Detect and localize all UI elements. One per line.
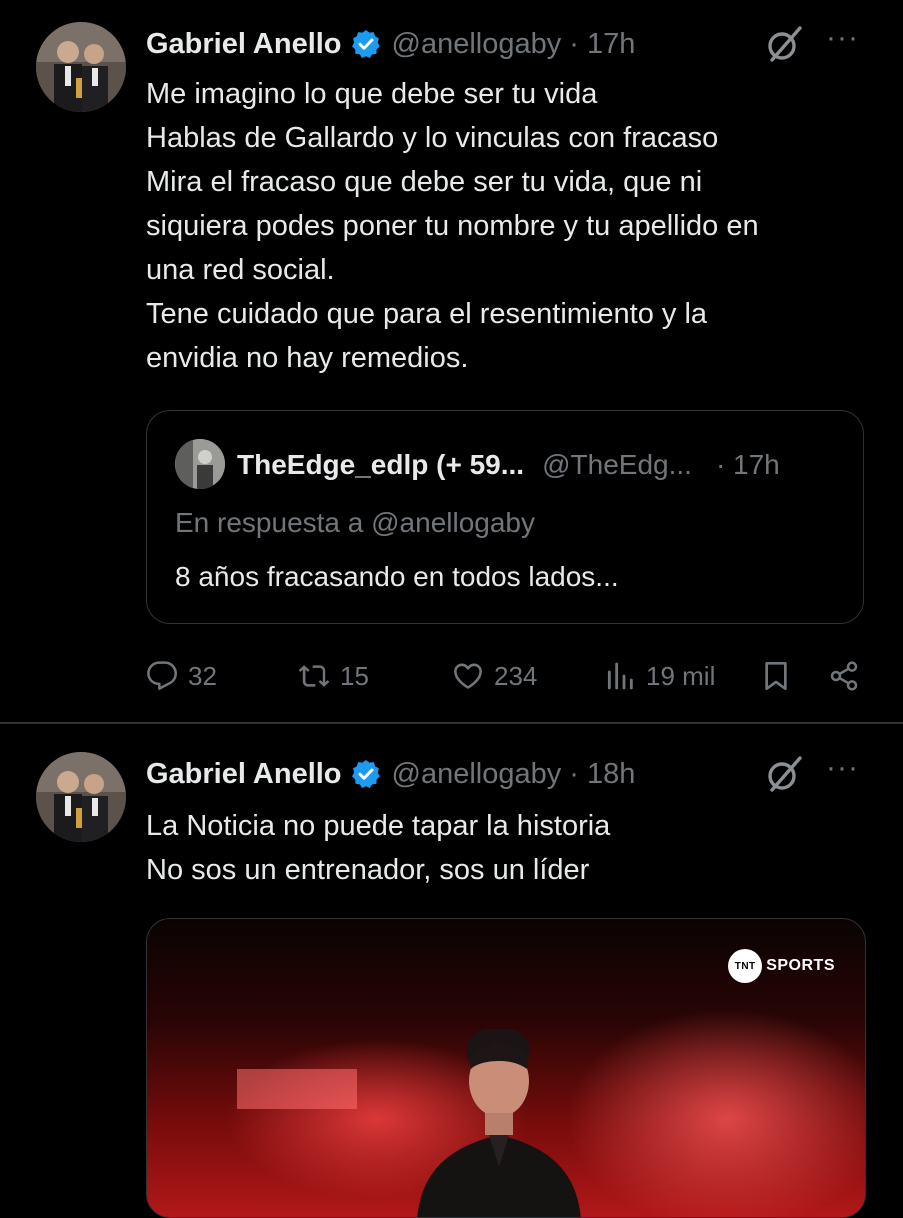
tweet-text: La Noticia no puede tapar la historia No… <box>146 804 886 892</box>
media-light-panel <box>237 1069 357 1109</box>
quoted-text: 8 años fracasando en todos lados... <box>175 561 619 592</box>
tweet-line: Hablas de Gallardo y lo vinculas con fra… <box>146 122 719 154</box>
tweet-2[interactable]: Gabriel Anello @anellogaby · 18h ··· La … <box>0 724 903 1218</box>
separator-dot: · <box>569 757 579 790</box>
reply-count: 32 <box>188 660 217 691</box>
reply-icon <box>147 661 178 690</box>
grok-icon[interactable] <box>764 24 804 64</box>
views-button[interactable]: 19 mil <box>604 654 715 698</box>
verified-badge-icon <box>351 760 380 788</box>
quoted-header: TheEdge_edlp (+ 59... @TheEdg... · 17h <box>237 443 780 487</box>
separator-dot: · <box>569 27 579 60</box>
quoted-author-name[interactable]: TheEdge_edlp (+ 59... <box>237 449 524 481</box>
tweet-1[interactable]: Gabriel Anello @anellogaby · 17h ··· Me … <box>0 0 903 722</box>
tweet-line: Tene cuidado que para el resentimiento y… <box>146 298 708 330</box>
retweet-icon <box>298 665 330 687</box>
tweet-text: Me imagino lo que debe ser tu vida Habla… <box>146 72 886 380</box>
more-icon[interactable]: ··· <box>826 753 862 794</box>
tnt-logo-mark: TNT <box>728 949 763 983</box>
like-button[interactable]: 234 <box>452 654 537 698</box>
tweet-time[interactable]: 18h <box>587 758 635 791</box>
quoted-author-handle[interactable]: @TheEdg... <box>542 449 692 481</box>
more-icon[interactable]: ··· <box>826 23 862 64</box>
tweet-line: Mira el fracaso que debe ser tu vida, qu… <box>146 166 703 198</box>
avatar[interactable] <box>36 22 126 112</box>
retweet-button[interactable]: 15 <box>298 654 369 698</box>
quoted-avatar[interactable] <box>175 439 225 489</box>
author-handle[interactable]: @anellogaby <box>392 28 562 61</box>
quoted-tweet[interactable]: TheEdge_edlp (+ 59... @TheEdg... · 17h E… <box>146 410 864 624</box>
tweet-line: envidia no hay remedios. <box>146 342 469 374</box>
avatar[interactable] <box>36 752 126 842</box>
like-icon <box>454 663 482 689</box>
quoted-time[interactable]: · 17h <box>716 449 780 481</box>
like-count: 234 <box>494 660 538 691</box>
share-icon <box>830 661 858 691</box>
tweet-line: La Noticia no puede tapar la historia <box>146 810 611 842</box>
tweet-line: siquiera podes poner tu nombre y tu apel… <box>146 210 759 242</box>
person-silhouette <box>417 1029 581 1217</box>
tweet-header: Gabriel Anello @anellogaby · 17h <box>146 22 635 66</box>
views-count: 19 mil <box>646 660 716 691</box>
reply-context: En respuesta a @anellogaby <box>175 507 535 538</box>
bookmark-icon <box>765 662 787 690</box>
grok-icon[interactable] <box>764 754 804 794</box>
verified-badge-icon <box>351 30 380 58</box>
share-button[interactable] <box>828 654 860 698</box>
reply-button[interactable]: 32 <box>146 654 217 698</box>
media-glow <box>567 1009 865 1217</box>
views-icon <box>607 662 633 690</box>
tnt-logo-text: SPORTS <box>766 957 835 974</box>
author-name[interactable]: Gabriel Anello <box>146 758 342 791</box>
author-handle[interactable]: @anellogaby <box>392 758 562 791</box>
tweet-line: una red social. <box>146 254 335 286</box>
action-bar: 32 15 234 19 mil <box>146 654 886 698</box>
tweet-header: Gabriel Anello @anellogaby · 18h <box>146 752 635 796</box>
tweet-time[interactable]: 17h <box>587 28 635 61</box>
bookmark-button[interactable] <box>760 654 792 698</box>
retweet-count: 15 <box>340 660 369 691</box>
tweet-media-image[interactable]: TNT SPORTS <box>146 918 866 1218</box>
tnt-sports-logo: TNT SPORTS <box>728 949 835 983</box>
tweet-line: No sos un entrenador, sos un líder <box>146 854 590 886</box>
author-name[interactable]: Gabriel Anello <box>146 28 342 61</box>
tweet-line: Me imagino lo que debe ser tu vida <box>146 78 598 110</box>
